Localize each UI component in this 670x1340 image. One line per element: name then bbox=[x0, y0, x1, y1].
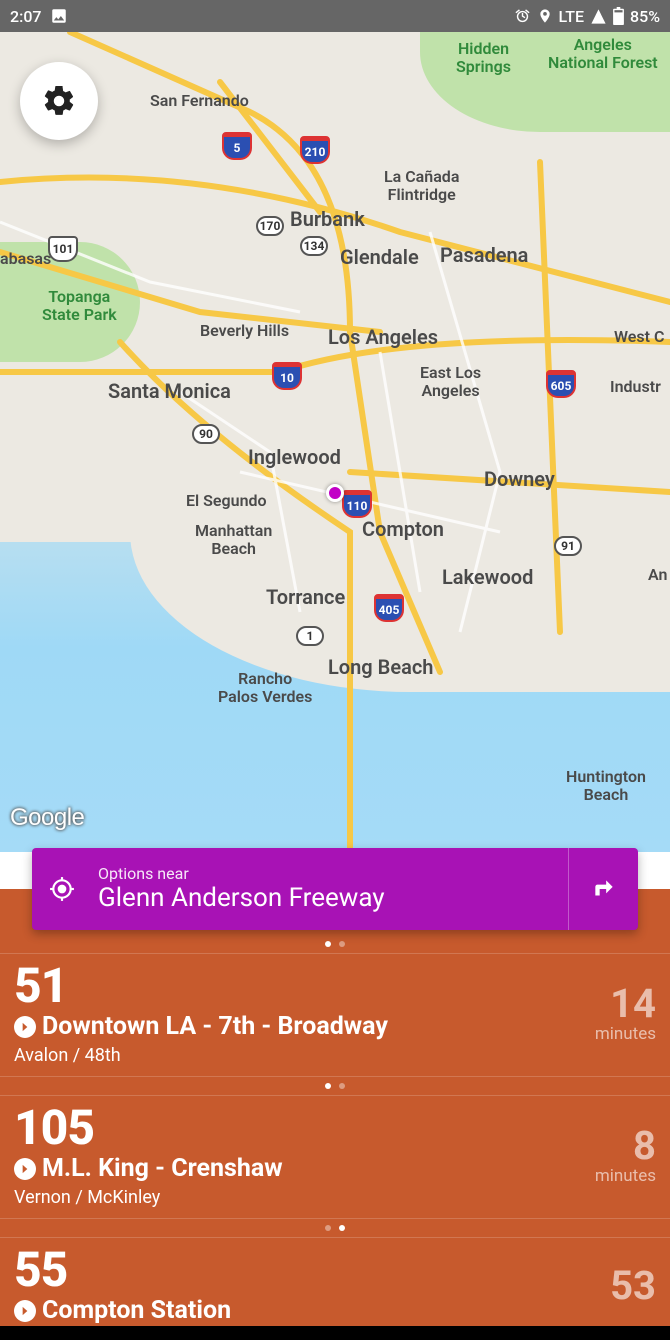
route-eta-unit: minutes bbox=[595, 1024, 656, 1044]
map-label-santa-monica: Santa Monica bbox=[108, 380, 231, 402]
page-indicator bbox=[0, 1219, 670, 1237]
shield-sr91: 91 bbox=[554, 536, 582, 556]
page-indicator bbox=[0, 1077, 670, 1095]
map-label-compton: Compton bbox=[362, 518, 444, 540]
routes-panel[interactable]: 51 Downtown LA - 7th - Broadway Avalon /… bbox=[0, 889, 670, 1340]
map-label-east-la: East Los Angeles bbox=[420, 364, 481, 399]
direction-icon bbox=[14, 1016, 36, 1038]
map-label-angeles-nf: Angeles National Forest bbox=[548, 36, 658, 71]
route-eta: 53 bbox=[610, 1266, 656, 1306]
map-label-rancho-pv: Rancho Palos Verdes bbox=[218, 670, 312, 705]
map-label-huntington-beach: Huntington Beach bbox=[566, 768, 646, 803]
map-label-pasadena: Pasadena bbox=[440, 244, 528, 266]
shield-i10: 10 bbox=[272, 362, 302, 390]
map-label-an: An bbox=[648, 566, 667, 584]
shield-sr134: 134 bbox=[300, 236, 328, 256]
google-attribution: Google bbox=[10, 804, 84, 832]
direction-icon bbox=[14, 1158, 36, 1180]
alarm-icon bbox=[514, 8, 531, 25]
locate-button[interactable] bbox=[32, 876, 92, 902]
map-label-topanga: Topanga State Park bbox=[42, 288, 117, 323]
map-label-hidden-springs: Hidden Springs bbox=[456, 40, 511, 75]
map[interactable]: Hidden Springs Angeles National Forest S… bbox=[0, 32, 670, 852]
map-label-glendale: Glendale bbox=[340, 246, 419, 268]
map-label-el-segundo: El Segundo bbox=[186, 492, 267, 510]
image-icon bbox=[50, 7, 68, 25]
gear-icon bbox=[41, 83, 77, 119]
map-label-west-c: West C bbox=[614, 328, 664, 346]
route-eta: 14 bbox=[595, 984, 656, 1024]
route-destination: Downtown LA - 7th - Broadway bbox=[42, 1012, 388, 1041]
directions-button[interactable] bbox=[568, 848, 638, 930]
search-label: Options near bbox=[98, 864, 562, 883]
map-label-burbank: Burbank bbox=[290, 208, 365, 230]
status-network: LTE bbox=[559, 7, 584, 26]
map-label-industr: Industr bbox=[610, 378, 661, 396]
search-value: Glenn Anderson Freeway bbox=[98, 883, 562, 914]
status-bar: 2:07 LTE 85% bbox=[0, 0, 670, 32]
map-label-inglewood: Inglewood bbox=[248, 446, 341, 468]
route-destination: Compton Station bbox=[42, 1296, 231, 1325]
route-stop: Vernon / McKinley bbox=[14, 1187, 595, 1208]
direction-icon bbox=[14, 1300, 36, 1322]
map-label-long-beach: Long Beach bbox=[328, 656, 433, 678]
crosshair-icon bbox=[49, 876, 75, 902]
shield-sr90: 90 bbox=[192, 424, 220, 444]
map-label-torrance: Torrance bbox=[266, 586, 345, 608]
map-label-abasas: abasas bbox=[0, 250, 51, 268]
signal-icon bbox=[590, 8, 607, 25]
status-time: 2:07 bbox=[10, 7, 42, 26]
map-label-la-canada: La Cañada Flintridge bbox=[384, 168, 459, 203]
route-number: 105 bbox=[14, 1104, 595, 1152]
current-location-dot bbox=[326, 484, 344, 502]
route-eta: 8 bbox=[595, 1126, 656, 1166]
route-eta-unit: minutes bbox=[595, 1166, 656, 1186]
shield-i210: 210 bbox=[300, 136, 330, 164]
android-nav-bar bbox=[0, 1326, 670, 1340]
map-label-san-fernando: San Fernando bbox=[150, 92, 249, 110]
shield-i605: 605 bbox=[546, 370, 576, 398]
route-stop: Avalon / 48th bbox=[14, 1045, 595, 1066]
location-icon bbox=[537, 8, 553, 24]
map-label-lakewood: Lakewood bbox=[442, 566, 533, 588]
map-label-los-angeles: Los Angeles bbox=[328, 326, 438, 348]
shield-sr170: 170 bbox=[256, 216, 284, 236]
search-text[interactable]: Options near Glenn Anderson Freeway bbox=[92, 864, 568, 914]
page-indicator-top bbox=[0, 935, 670, 953]
map-label-beverly-hills: Beverly Hills bbox=[200, 322, 289, 340]
shield-sr1: 1 bbox=[296, 626, 324, 646]
settings-button[interactable] bbox=[20, 62, 98, 140]
map-label-manhattan-beach: Manhattan Beach bbox=[195, 522, 272, 557]
shield-us101: 101 bbox=[48, 236, 78, 262]
route-item[interactable]: 105 M.L. King - Crenshaw Vernon / McKinl… bbox=[0, 1095, 670, 1219]
status-battery: 85% bbox=[630, 7, 660, 26]
route-item[interactable]: 55 Compton Station 53 bbox=[0, 1237, 670, 1335]
search-bar[interactable]: Options near Glenn Anderson Freeway bbox=[32, 848, 638, 930]
shield-i5: 5 bbox=[222, 132, 252, 160]
map-label-downey: Downey bbox=[484, 468, 555, 490]
shield-i110: 110 bbox=[342, 490, 372, 518]
shield-i405: 405 bbox=[374, 594, 404, 622]
directions-icon bbox=[591, 876, 617, 902]
route-number: 55 bbox=[14, 1246, 610, 1294]
route-item[interactable]: 51 Downtown LA - 7th - Broadway Avalon /… bbox=[0, 953, 670, 1077]
route-number: 51 bbox=[14, 962, 595, 1010]
battery-icon bbox=[613, 7, 624, 25]
route-destination: M.L. King - Crenshaw bbox=[42, 1154, 283, 1183]
